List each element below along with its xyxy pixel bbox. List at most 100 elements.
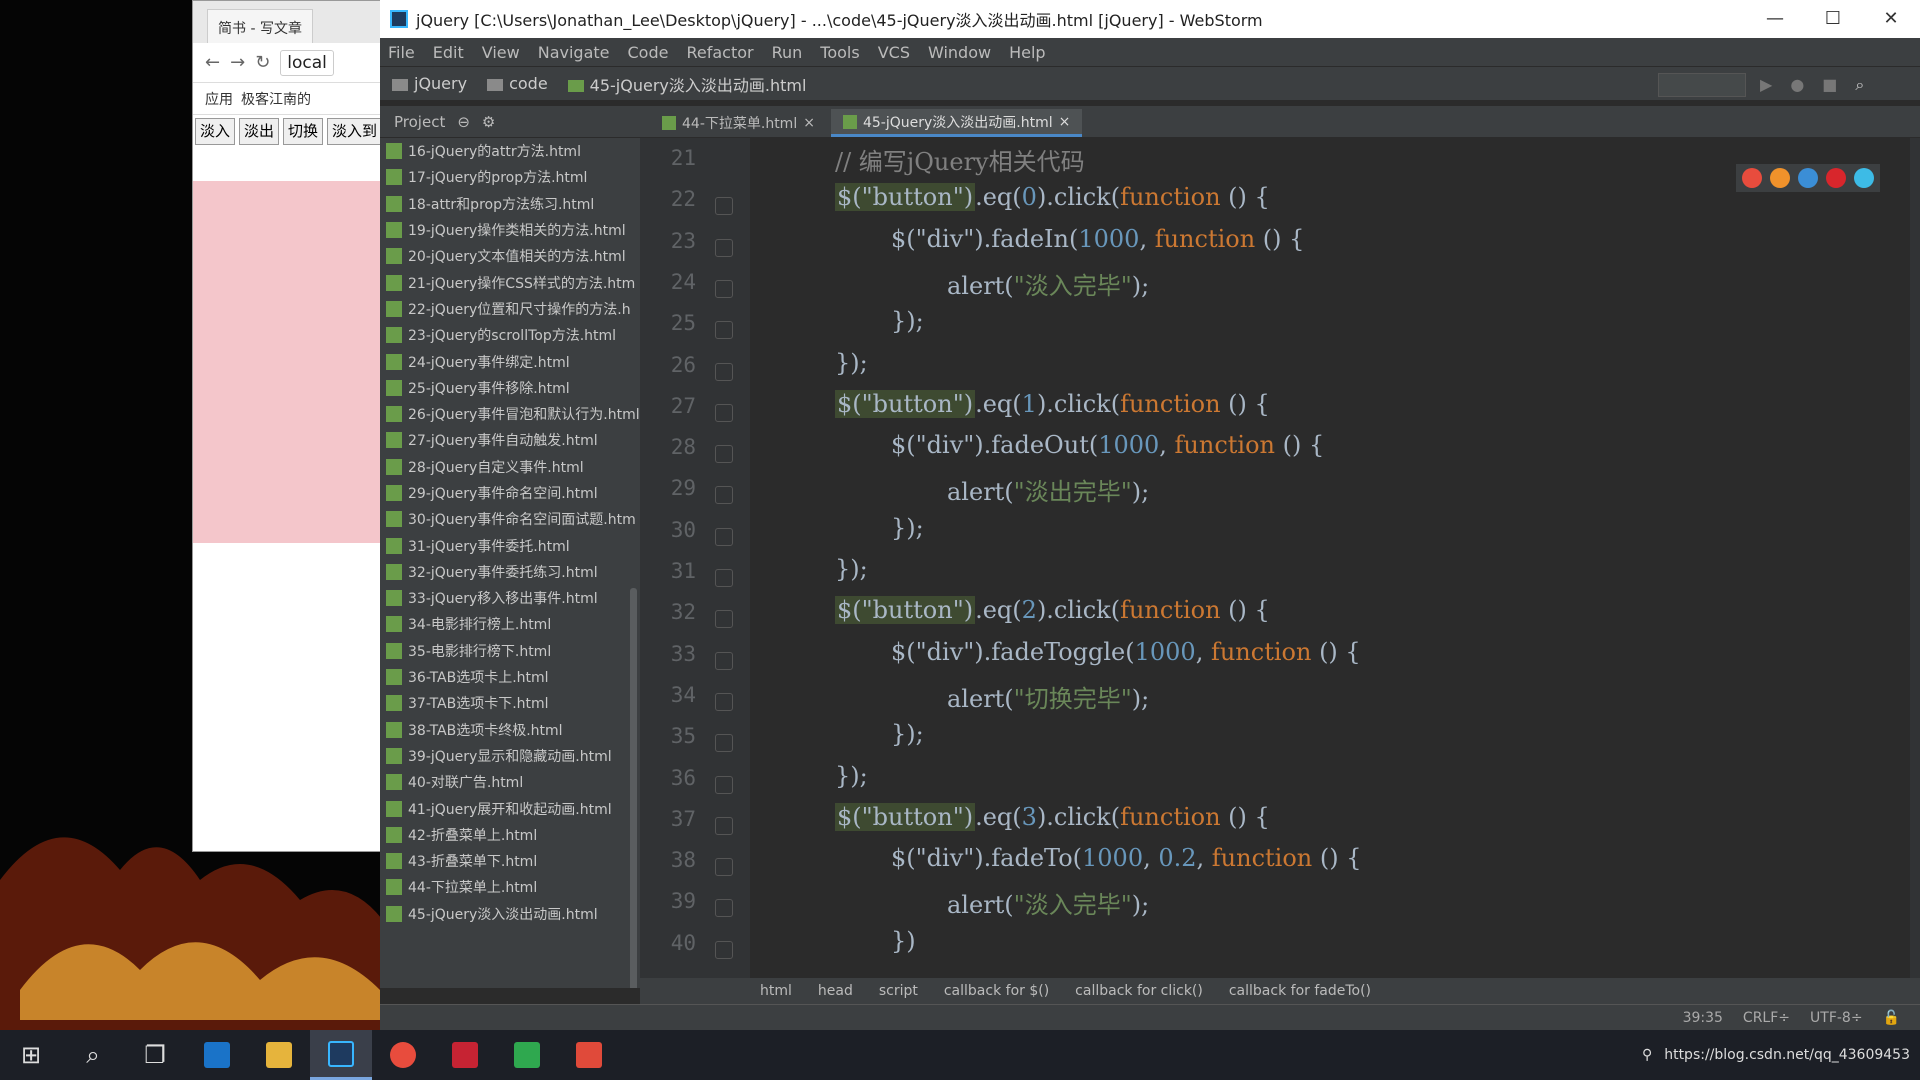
- crumb-callback-fadeto[interactable]: callback for fadeTo(): [1229, 983, 1371, 999]
- minimize-icon[interactable]: —: [1746, 0, 1804, 38]
- code-line[interactable]: });: [835, 555, 868, 583]
- fold-marker-icon[interactable]: [715, 899, 733, 918]
- tree-item[interactable]: 23-jQuery的scrollTop方法.html: [380, 322, 640, 348]
- toggle-button[interactable]: 切换: [283, 118, 324, 145]
- tree-item[interactable]: 20-jQuery文本值相关的方法.html: [380, 243, 640, 269]
- reload-icon[interactable]: ↻: [255, 52, 270, 73]
- code-line[interactable]: // 编写jQuery相关代码: [835, 142, 1085, 177]
- code-line[interactable]: });: [891, 720, 924, 748]
- tree-item[interactable]: 19-jQuery操作类相关的方法.html: [380, 217, 640, 243]
- menu-view[interactable]: View: [482, 43, 520, 62]
- fold-marker-icon[interactable]: [715, 940, 733, 959]
- fade-to-button[interactable]: 淡入到: [327, 118, 383, 145]
- close-icon[interactable]: ✕: [1862, 0, 1920, 38]
- fold-marker-icon[interactable]: [715, 692, 733, 711]
- nav-item-code[interactable]: code: [487, 74, 548, 93]
- fold-marker-icon[interactable]: [715, 610, 733, 629]
- search-icon[interactable]: ⌕: [62, 1030, 124, 1080]
- nav-item-project[interactable]: jQuery: [392, 74, 467, 93]
- code-line[interactable]: }): [891, 927, 916, 955]
- fold-marker-icon[interactable]: [715, 403, 733, 422]
- crumb-html[interactable]: html: [760, 983, 792, 999]
- file-encoding[interactable]: UTF-8÷: [1810, 1010, 1863, 1026]
- tab-45[interactable]: 45-jQuery淡入淡出动画.html ×: [830, 109, 1083, 137]
- tree-item[interactable]: 42-折叠菜单上.html: [380, 822, 640, 848]
- code-line[interactable]: });: [835, 349, 868, 377]
- code-editor[interactable]: 21 22 23 24 25 26 27 28 29 30 31 32 33 34 35 36 37 38 39 40…: [640, 138, 1920, 978]
- fold-marker-icon[interactable]: [715, 362, 733, 381]
- menu-window[interactable]: Window: [928, 43, 991, 62]
- tree-item[interactable]: 28-jQuery自定义事件.html: [380, 454, 640, 480]
- crumb-callback-click[interactable]: callback for click(): [1075, 983, 1203, 999]
- code-line[interactable]: $("div").fadeOut(1000, function () {: [891, 431, 1324, 459]
- fold-marker-icon[interactable]: [715, 858, 733, 877]
- fold-marker-icon[interactable]: [715, 279, 733, 298]
- close-icon[interactable]: ×: [803, 115, 815, 131]
- code-line[interactable]: $("div").fadeTo(1000, 0.2, function () {: [891, 844, 1362, 872]
- fold-marker-icon[interactable]: [715, 527, 733, 546]
- back-icon[interactable]: ←: [205, 52, 220, 73]
- url-field[interactable]: local: [280, 49, 334, 76]
- menu-run[interactable]: Run: [772, 43, 803, 62]
- xmind-icon[interactable]: [434, 1030, 496, 1080]
- tree-item[interactable]: 45-jQuery淡入淡出动画.html: [380, 901, 640, 927]
- tree-item[interactable]: 17-jQuery的prop方法.html: [380, 164, 640, 190]
- fold-marker-icon[interactable]: [715, 486, 733, 505]
- tab-44[interactable]: 44-下拉菜单.html ×: [650, 109, 827, 137]
- code-line[interactable]: });: [891, 307, 924, 335]
- webstorm-taskbar-icon[interactable]: [310, 1030, 372, 1080]
- tree-item[interactable]: 27-jQuery事件自动触发.html: [380, 427, 640, 453]
- tree-item[interactable]: 25-jQuery事件移除.html: [380, 375, 640, 401]
- menu-navigate[interactable]: Navigate: [538, 43, 610, 62]
- code-line[interactable]: $("button").eq(1).click(function () {: [835, 389, 1270, 418]
- tree-item[interactable]: 43-折叠菜单下.html: [380, 848, 640, 874]
- collapse-icon[interactable]: ⊖: [457, 113, 470, 131]
- code-line[interactable]: $("div").fadeToggle(1000, function () {: [891, 638, 1361, 666]
- tree-item[interactable]: 16-jQuery的attr方法.html: [380, 138, 640, 164]
- edge-icon[interactable]: [186, 1030, 248, 1080]
- code-line[interactable]: alert("淡入完毕");: [947, 266, 1149, 301]
- tree-item[interactable]: 41-jQuery展开和收起动画.html: [380, 795, 640, 821]
- explorer-icon[interactable]: [248, 1030, 310, 1080]
- menu-vcs[interactable]: VCS: [878, 43, 910, 62]
- editor-scrollbar[interactable]: [1910, 138, 1920, 978]
- cursor-position[interactable]: 39:35: [1683, 1010, 1723, 1026]
- tree-item[interactable]: 40-对联广告.html: [380, 769, 640, 795]
- tree-item[interactable]: 33-jQuery移入移出事件.html: [380, 585, 640, 611]
- tree-item[interactable]: 44-下拉菜单上.html: [380, 874, 640, 900]
- chrome-icon[interactable]: [1742, 168, 1762, 188]
- run-icon[interactable]: ▶: [1760, 75, 1772, 95]
- code-line[interactable]: $("div").fadeIn(1000, function () {: [891, 225, 1304, 253]
- nav-item-file[interactable]: 45-jQuery淡入淡出动画.html: [567, 72, 806, 96]
- opera-icon[interactable]: [1826, 168, 1846, 188]
- menu-file[interactable]: File: [388, 43, 415, 62]
- firefox-icon[interactable]: [1770, 168, 1790, 188]
- code-line[interactable]: alert("淡出完毕");: [947, 472, 1149, 507]
- menu-edit[interactable]: Edit: [433, 43, 464, 62]
- bookmark-apps[interactable]: 应用: [205, 89, 233, 109]
- code-line[interactable]: $("button").eq(2).click(function () {: [835, 596, 1270, 625]
- fold-marker-icon[interactable]: [715, 238, 733, 257]
- fold-marker-icon[interactable]: [715, 445, 733, 464]
- fold-marker-icon[interactable]: [715, 569, 733, 587]
- tree-item[interactable]: 29-jQuery事件命名空间.html: [380, 480, 640, 506]
- forward-icon[interactable]: →: [230, 52, 245, 73]
- tree-item[interactable]: 31-jQuery事件委托.html: [380, 532, 640, 558]
- tree-item[interactable]: 22-jQuery位置和尺寸操作的方法.h: [380, 296, 640, 322]
- menu-help[interactable]: Help: [1009, 43, 1045, 62]
- fade-in-button[interactable]: 淡入: [195, 118, 236, 145]
- person-icon[interactable]: ⚲: [1642, 1047, 1652, 1063]
- safari-icon[interactable]: [1798, 168, 1818, 188]
- menu-code[interactable]: Code: [628, 43, 669, 62]
- camtasia-red-icon[interactable]: [558, 1030, 620, 1080]
- chrome-icon[interactable]: [372, 1030, 434, 1080]
- code-line[interactable]: });: [891, 514, 924, 542]
- tree-item[interactable]: 38-TAB选项卡终极.html: [380, 717, 640, 743]
- crumb-head[interactable]: head: [818, 983, 853, 999]
- fade-out-button[interactable]: 淡出: [239, 118, 280, 145]
- search-icon[interactable]: ⌕: [1855, 75, 1864, 95]
- code-line[interactable]: alert("切换完毕");: [947, 679, 1149, 714]
- maximize-icon[interactable]: ☐: [1804, 0, 1862, 38]
- menu-refactor[interactable]: Refactor: [686, 43, 753, 62]
- task-view-icon[interactable]: ❐: [124, 1030, 186, 1080]
